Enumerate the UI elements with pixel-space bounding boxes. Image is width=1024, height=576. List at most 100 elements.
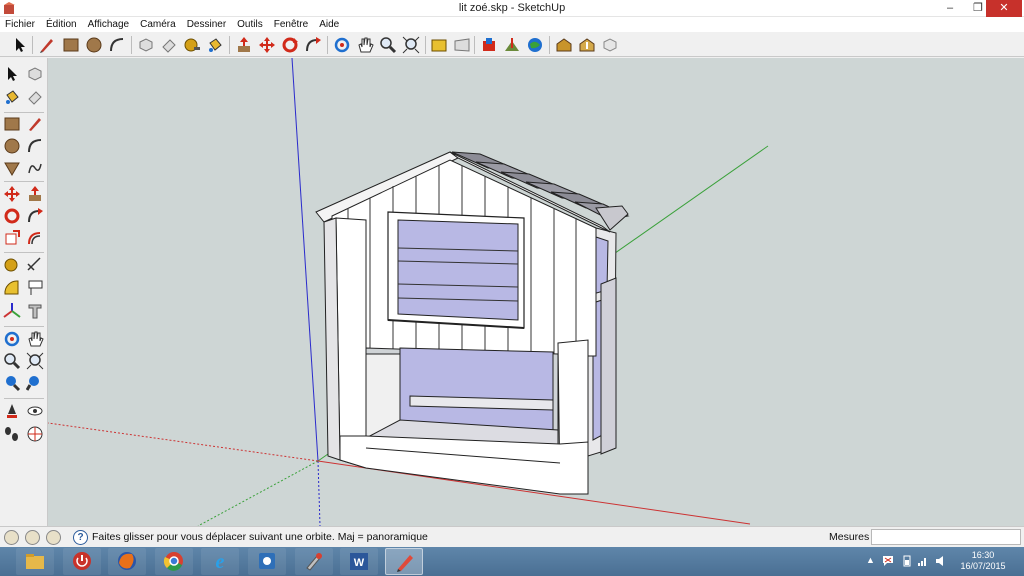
menu-edition[interactable]: Édition (41, 17, 83, 32)
next-view-icon[interactable] (453, 36, 471, 54)
add-location-icon[interactable] (480, 36, 498, 54)
minimize-button[interactable]: ‒ (936, 0, 964, 17)
zoom-tool-icon[interactable] (3, 352, 21, 370)
orbit-tool-icon[interactable] (3, 330, 21, 348)
pencil-tool-icon[interactable] (38, 36, 56, 54)
make-component-icon[interactable] (26, 65, 44, 83)
warehouse-share-model-icon[interactable] (578, 36, 596, 54)
pan-tool-icon[interactable] (26, 330, 44, 348)
show-hidden-icons-icon[interactable]: ▲ (866, 555, 875, 565)
menu-outils[interactable]: Outils (232, 17, 269, 32)
dimension-tool-icon[interactable] (26, 256, 44, 274)
chrome-icon[interactable] (155, 548, 193, 575)
toolbar-separator (425, 36, 426, 54)
circle-tool-icon[interactable] (85, 36, 103, 54)
arc-tool-icon[interactable] (26, 137, 44, 155)
rectangle-tool-icon[interactable] (62, 36, 80, 54)
close-button[interactable]: ✕ (986, 0, 1022, 17)
polygon-tool-icon[interactable] (3, 159, 21, 177)
3d-viewport[interactable] (48, 58, 1024, 526)
zoom-tool-icon[interactable] (379, 36, 397, 54)
pan-tool-icon[interactable] (356, 36, 374, 54)
share-component-icon[interactable] (601, 36, 619, 54)
protractor-icon[interactable] (3, 279, 21, 297)
terrain-icon[interactable] (503, 36, 521, 54)
push-pull-icon[interactable] (235, 36, 253, 54)
menu-fichier[interactable]: Fichier (0, 17, 41, 32)
look-around-icon[interactable] (26, 402, 44, 420)
follow-me-icon[interactable] (304, 36, 322, 54)
zoom-window-icon[interactable] (26, 352, 44, 370)
axes-tool-icon[interactable] (3, 302, 21, 320)
volume-icon[interactable] (935, 555, 947, 567)
blue-axis (291, 58, 319, 462)
sketchup-icon[interactable] (385, 548, 423, 575)
system-clock[interactable]: 16:30 16/07/2015 (960, 550, 1006, 572)
warehouse-get-models-icon[interactable] (555, 36, 573, 54)
app-settings-icon[interactable] (248, 548, 286, 575)
title-bar: lit zoé.skp - SketchUp ‒ ❐ ✕ (0, 0, 1024, 17)
paint-bucket-icon[interactable] (206, 36, 224, 54)
rectangle-tool-icon[interactable] (3, 115, 21, 133)
help-icon[interactable]: ? (73, 530, 88, 545)
menu-affichage[interactable]: Affichage (83, 17, 136, 32)
toolbar-separator (4, 398, 44, 399)
rotate-tool-icon[interactable] (281, 36, 299, 54)
paint-bucket-icon[interactable] (3, 88, 21, 106)
file-explorer-icon[interactable] (16, 548, 54, 575)
tool-app-icon[interactable] (295, 548, 333, 575)
menu-fenetre[interactable]: Fenêtre (269, 17, 314, 32)
toolbar-separator (4, 112, 44, 113)
back-rail-glass (399, 347, 554, 431)
svg-text:e: e (216, 551, 225, 573)
eraser-tool-icon[interactable] (26, 88, 44, 106)
push-pull-icon[interactable] (26, 185, 44, 203)
action-center-icon[interactable] (882, 555, 894, 567)
zoom-extents-icon[interactable] (26, 374, 44, 392)
move-tool-icon[interactable] (258, 36, 276, 54)
signal-icon[interactable] (917, 555, 929, 567)
menu-aide[interactable]: Aide (314, 17, 345, 32)
circle-tool-icon[interactable] (3, 137, 21, 155)
make-component-icon[interactable] (137, 36, 155, 54)
internet-explorer-icon[interactable]: e (201, 548, 239, 575)
geolocation-icon[interactable] (4, 530, 19, 545)
zoom-extents-icon[interactable] (402, 36, 420, 54)
user-account-icon[interactable] (46, 530, 61, 545)
previous-zoom-icon[interactable] (3, 374, 21, 392)
position-camera-icon[interactable] (3, 402, 21, 420)
orbit-tool-icon[interactable] (333, 36, 351, 54)
red-axis-dotted (48, 422, 319, 462)
previous-view-icon[interactable] (430, 36, 448, 54)
walk-tool-icon[interactable] (3, 425, 21, 443)
battery-icon[interactable] (901, 555, 913, 567)
clock-date: 16/07/2015 (960, 561, 1006, 571)
3d-text-icon[interactable] (26, 302, 44, 320)
green-axis-dotted (197, 460, 319, 526)
follow-me-icon[interactable] (26, 207, 44, 225)
power-icon[interactable] (63, 548, 101, 575)
text-tool-icon[interactable] (26, 279, 44, 297)
firefox-icon[interactable] (108, 548, 146, 575)
section-plane-icon[interactable] (26, 425, 44, 443)
rotate-tool-icon[interactable] (3, 207, 21, 225)
pencil-tool-icon[interactable] (26, 115, 44, 133)
scale-tool-icon[interactable] (3, 229, 21, 247)
select-tool-icon[interactable] (11, 36, 29, 54)
menu-dessiner[interactable]: Dessiner (182, 17, 232, 32)
move-tool-icon[interactable] (3, 185, 21, 203)
arc-tool-icon[interactable] (108, 36, 126, 54)
freehand-tool-icon[interactable] (26, 159, 44, 177)
select-tool-icon[interactable] (3, 65, 21, 83)
offset-tool-icon[interactable] (26, 229, 44, 247)
toolbar-separator (229, 36, 230, 54)
toolbar-separator (474, 36, 475, 54)
credits-icon[interactable] (25, 530, 40, 545)
eraser-tool-icon[interactable] (160, 36, 178, 54)
menu-camera[interactable]: Caméra (135, 17, 182, 32)
tape-measure-icon[interactable] (183, 36, 201, 54)
tape-measure-icon[interactable] (3, 256, 21, 274)
word-icon[interactable]: W (340, 548, 378, 575)
google-earth-icon[interactable] (526, 36, 544, 54)
measurements-input[interactable] (871, 529, 1021, 545)
